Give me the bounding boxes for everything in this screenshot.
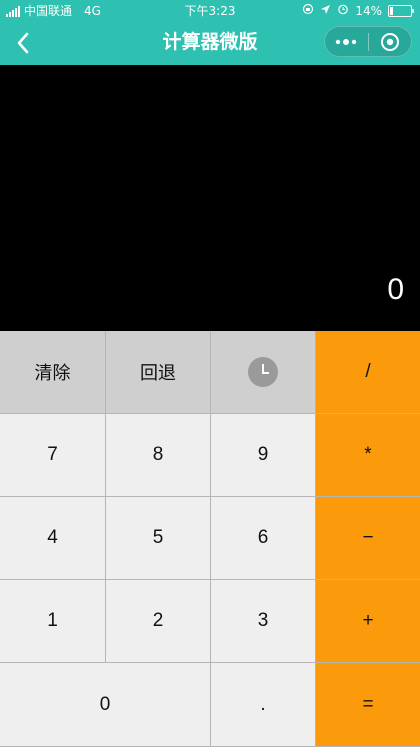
digit-8-button[interactable]: 8 [106,414,211,497]
history-button[interactable] [211,331,316,414]
plus-button[interactable]: + [316,580,420,663]
minus-button[interactable]: − [316,497,420,580]
digit-4-button[interactable]: 4 [0,497,106,580]
mini-program-capsule [324,26,412,57]
digit-9-button[interactable]: 9 [211,414,316,497]
decimal-point-button[interactable]: . [211,663,316,747]
calculator-display: 0 [0,65,420,331]
close-target-icon [380,32,399,51]
digit-0-button[interactable]: 0 [0,663,211,747]
battery-icon [388,5,414,17]
clock-icon [248,357,278,387]
location-icon [320,0,331,22]
more-button[interactable] [325,27,368,56]
close-button[interactable] [368,27,411,56]
keypad: 清除 回退 / 7 8 9 * 4 5 6 − 1 2 3 + 0 . = [0,331,420,747]
digit-6-button[interactable]: 6 [211,497,316,580]
digit-3-button[interactable]: 3 [211,580,316,663]
equals-button[interactable]: = [316,663,420,747]
navigation-bar: 计算器微版 [0,22,420,65]
digit-7-button[interactable]: 7 [0,414,106,497]
digit-2-button[interactable]: 2 [106,580,211,663]
battery-percent: 14% [355,4,382,18]
more-dots-icon [336,38,357,45]
backspace-button[interactable]: 回退 [106,331,211,414]
app-header: 中国联通 4G 下午3:23 14% 计算器微版 [0,0,420,65]
digit-1-button[interactable]: 1 [0,580,106,663]
digit-5-button[interactable]: 5 [106,497,211,580]
multiply-button[interactable]: * [316,414,420,497]
alarm-icon [337,0,349,22]
clear-button[interactable]: 清除 [0,331,106,414]
display-value: 0 [387,273,404,306]
rotation-lock-icon [302,0,314,22]
divide-button[interactable]: / [316,331,420,414]
status-bar: 中国联通 4G 下午3:23 14% [0,0,420,22]
